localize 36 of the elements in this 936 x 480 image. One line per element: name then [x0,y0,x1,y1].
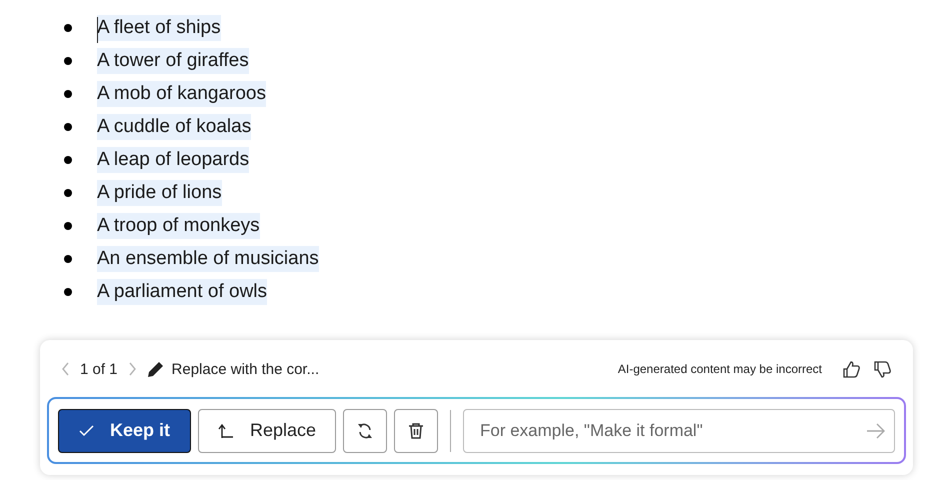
thumbs-down-icon [873,360,892,378]
keep-button[interactable]: Keep it [58,408,191,452]
list-item-text: A fleet of ships [97,15,221,41]
bullet-icon [64,255,72,263]
regenerate-button[interactable] [343,408,387,452]
bullet-icon [64,156,72,164]
thumbs-up-icon [842,360,861,378]
chevron-right-icon [128,362,137,376]
prompt-text: Replace with the cor... [172,360,320,378]
bullet-icon [64,57,72,65]
bullet-icon [64,222,72,230]
refresh-icon [356,422,374,440]
list-item-text: A tower of giraffes [97,48,249,74]
list-item-text: A mob of kangaroos [97,81,266,107]
bullet-icon [64,123,72,131]
list-item-text: A parliament of owls [97,279,268,305]
check-icon [78,424,94,437]
arrow-right-icon [866,422,885,438]
bullet-icon [64,189,72,197]
page-counter: 1 of 1 [80,360,118,378]
list-item-text: A troop of monkeys [97,213,260,239]
bullet-icon [64,288,72,296]
list-item-text: A pride of lions [97,180,222,206]
prompt-input-field[interactable]: For example, "Make it formal" [463,408,895,452]
pencil-icon [146,360,164,378]
list-item-text: A cuddle of koalas [97,114,252,140]
disclaimer-text: AI-generated content may be incorrect [618,362,822,376]
chevron-left-icon [61,362,70,376]
trash-icon [407,422,425,440]
replace-button[interactable]: Replace [198,408,336,452]
list-item-text: An ensemble of musicians [97,246,319,272]
bullet-icon [64,90,72,98]
delete-button[interactable] [394,408,438,452]
bullet-icon [64,24,72,32]
corner-arrow-icon [218,422,234,438]
list-item-text: A leap of leopards [97,147,250,173]
